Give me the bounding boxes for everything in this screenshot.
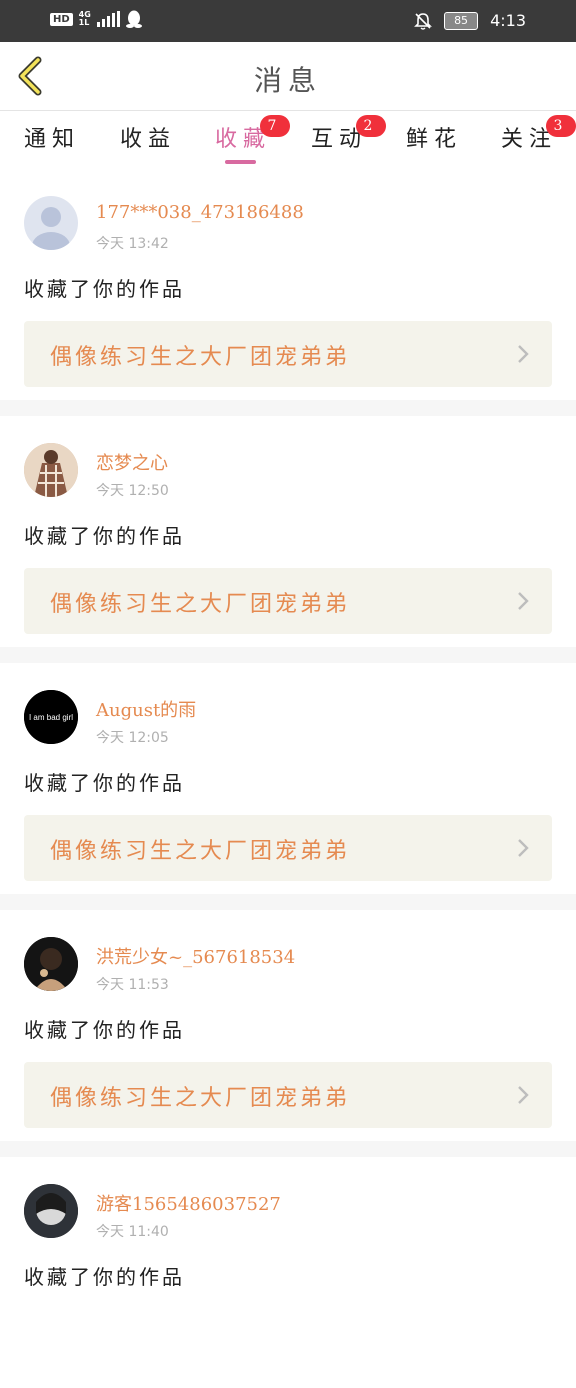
battery-icon: 85 <box>444 11 479 30</box>
avatar[interactable] <box>24 196 78 250</box>
tab-interaction[interactable]: 互动 2 <box>311 115 386 153</box>
interaction-badge: 2 <box>356 115 386 137</box>
list-item[interactable]: 洪荒少女~_567618534 今天 11:53 收藏了你的作品 偶像练习生之大… <box>0 910 576 1141</box>
timestamp: 今天 11:40 <box>96 1224 169 1240</box>
favorites-badge: 7 <box>260 115 290 137</box>
work-title: 偶像练习生之大厂团宠弟弟 <box>50 839 351 864</box>
status-bar: HD 4G 1L 85 4:13 <box>0 0 576 42</box>
page-title: 消息 <box>253 64 322 97</box>
action-text: 收藏了你的作品 <box>24 1265 185 1289</box>
tab-flowers[interactable]: 鲜花 <box>406 121 462 153</box>
active-tab-indicator <box>225 160 256 164</box>
tab-label: 通知 <box>24 127 81 152</box>
action-text: 收藏了你的作品 <box>24 277 185 301</box>
divider <box>0 647 576 663</box>
timestamp: 今天 12:50 <box>96 483 169 499</box>
work-title: 偶像练习生之大厂团宠弟弟 <box>50 345 351 370</box>
qq-penguin-icon <box>125 10 142 28</box>
mute-bell-icon <box>414 12 432 30</box>
username[interactable]: 恋梦之心 <box>96 449 168 475</box>
avatar-text: I am bad girl <box>29 713 73 722</box>
divider <box>0 1141 576 1157</box>
work-card[interactable]: 偶像练习生之大厂团宠弟弟 <box>24 815 552 881</box>
divider <box>0 400 576 416</box>
action-text: 收藏了你的作品 <box>24 771 185 795</box>
chevron-right-icon <box>518 1086 529 1104</box>
timestamp: 今天 12:05 <box>96 730 169 746</box>
list-item[interactable]: I am bad girl August的雨 今天 12:05 收藏了你的作品 … <box>0 663 576 894</box>
avatar[interactable]: I am bad girl <box>24 690 78 744</box>
chevron-right-icon <box>518 592 529 610</box>
list-item[interactable]: 游客1565486037527 今天 11:40 收藏了你的作品 <box>0 1157 576 1388</box>
hd-indicator: HD <box>50 12 73 26</box>
list-item[interactable]: 177***038_473186488 今天 13:42 收藏了你的作品 偶像练… <box>0 169 576 400</box>
signal-icon <box>96 11 120 27</box>
tab-follow[interactable]: 关注 3 <box>501 115 576 153</box>
list-item[interactable]: 恋梦之心 今天 12:50 收藏了你的作品 偶像练习生之大厂团宠弟弟 <box>0 416 576 647</box>
divider <box>0 894 576 910</box>
tab-label: 鲜花 <box>406 127 463 152</box>
username[interactable]: 游客1565486037527 <box>96 1190 281 1216</box>
action-text: 收藏了你的作品 <box>24 524 185 548</box>
username[interactable]: 177***038_473186488 <box>96 202 304 223</box>
work-title: 偶像练习生之大厂团宠弟弟 <box>50 1086 351 1111</box>
username[interactable]: August的雨 <box>96 696 196 722</box>
action-text: 收藏了你的作品 <box>24 1018 185 1042</box>
top-nav-bar: 消息 <box>0 42 576 111</box>
work-title: 偶像练习生之大厂团宠弟弟 <box>50 592 351 617</box>
message-list: 177***038_473186488 今天 13:42 收藏了你的作品 偶像练… <box>0 169 576 1388</box>
tab-favorites[interactable]: 收藏 7 <box>215 115 290 153</box>
chevron-right-icon <box>518 839 529 857</box>
username[interactable]: 洪荒少女~_567618534 <box>96 943 295 969</box>
message-tabs: 通知 收益 收藏 7 互动 2 鲜花 关注 3 <box>0 111 576 169</box>
avatar[interactable] <box>24 1184 78 1238</box>
network-sub: 1L <box>78 18 90 27</box>
timestamp: 今天 11:53 <box>96 977 169 993</box>
clock: 4:13 <box>490 11 526 30</box>
work-card[interactable]: 偶像练习生之大厂团宠弟弟 <box>24 321 552 387</box>
chevron-right-icon <box>518 345 529 363</box>
tab-notify[interactable]: 通知 <box>24 121 80 153</box>
work-card[interactable]: 偶像练习生之大厂团宠弟弟 <box>24 568 552 634</box>
tab-earnings[interactable]: 收益 <box>120 121 176 153</box>
work-card[interactable]: 偶像练习生之大厂团宠弟弟 <box>24 1062 552 1128</box>
avatar[interactable] <box>24 937 78 991</box>
timestamp: 今天 13:42 <box>96 236 169 252</box>
avatar[interactable] <box>24 443 78 497</box>
follow-badge: 3 <box>546 115 576 137</box>
tab-label: 收益 <box>120 127 177 152</box>
